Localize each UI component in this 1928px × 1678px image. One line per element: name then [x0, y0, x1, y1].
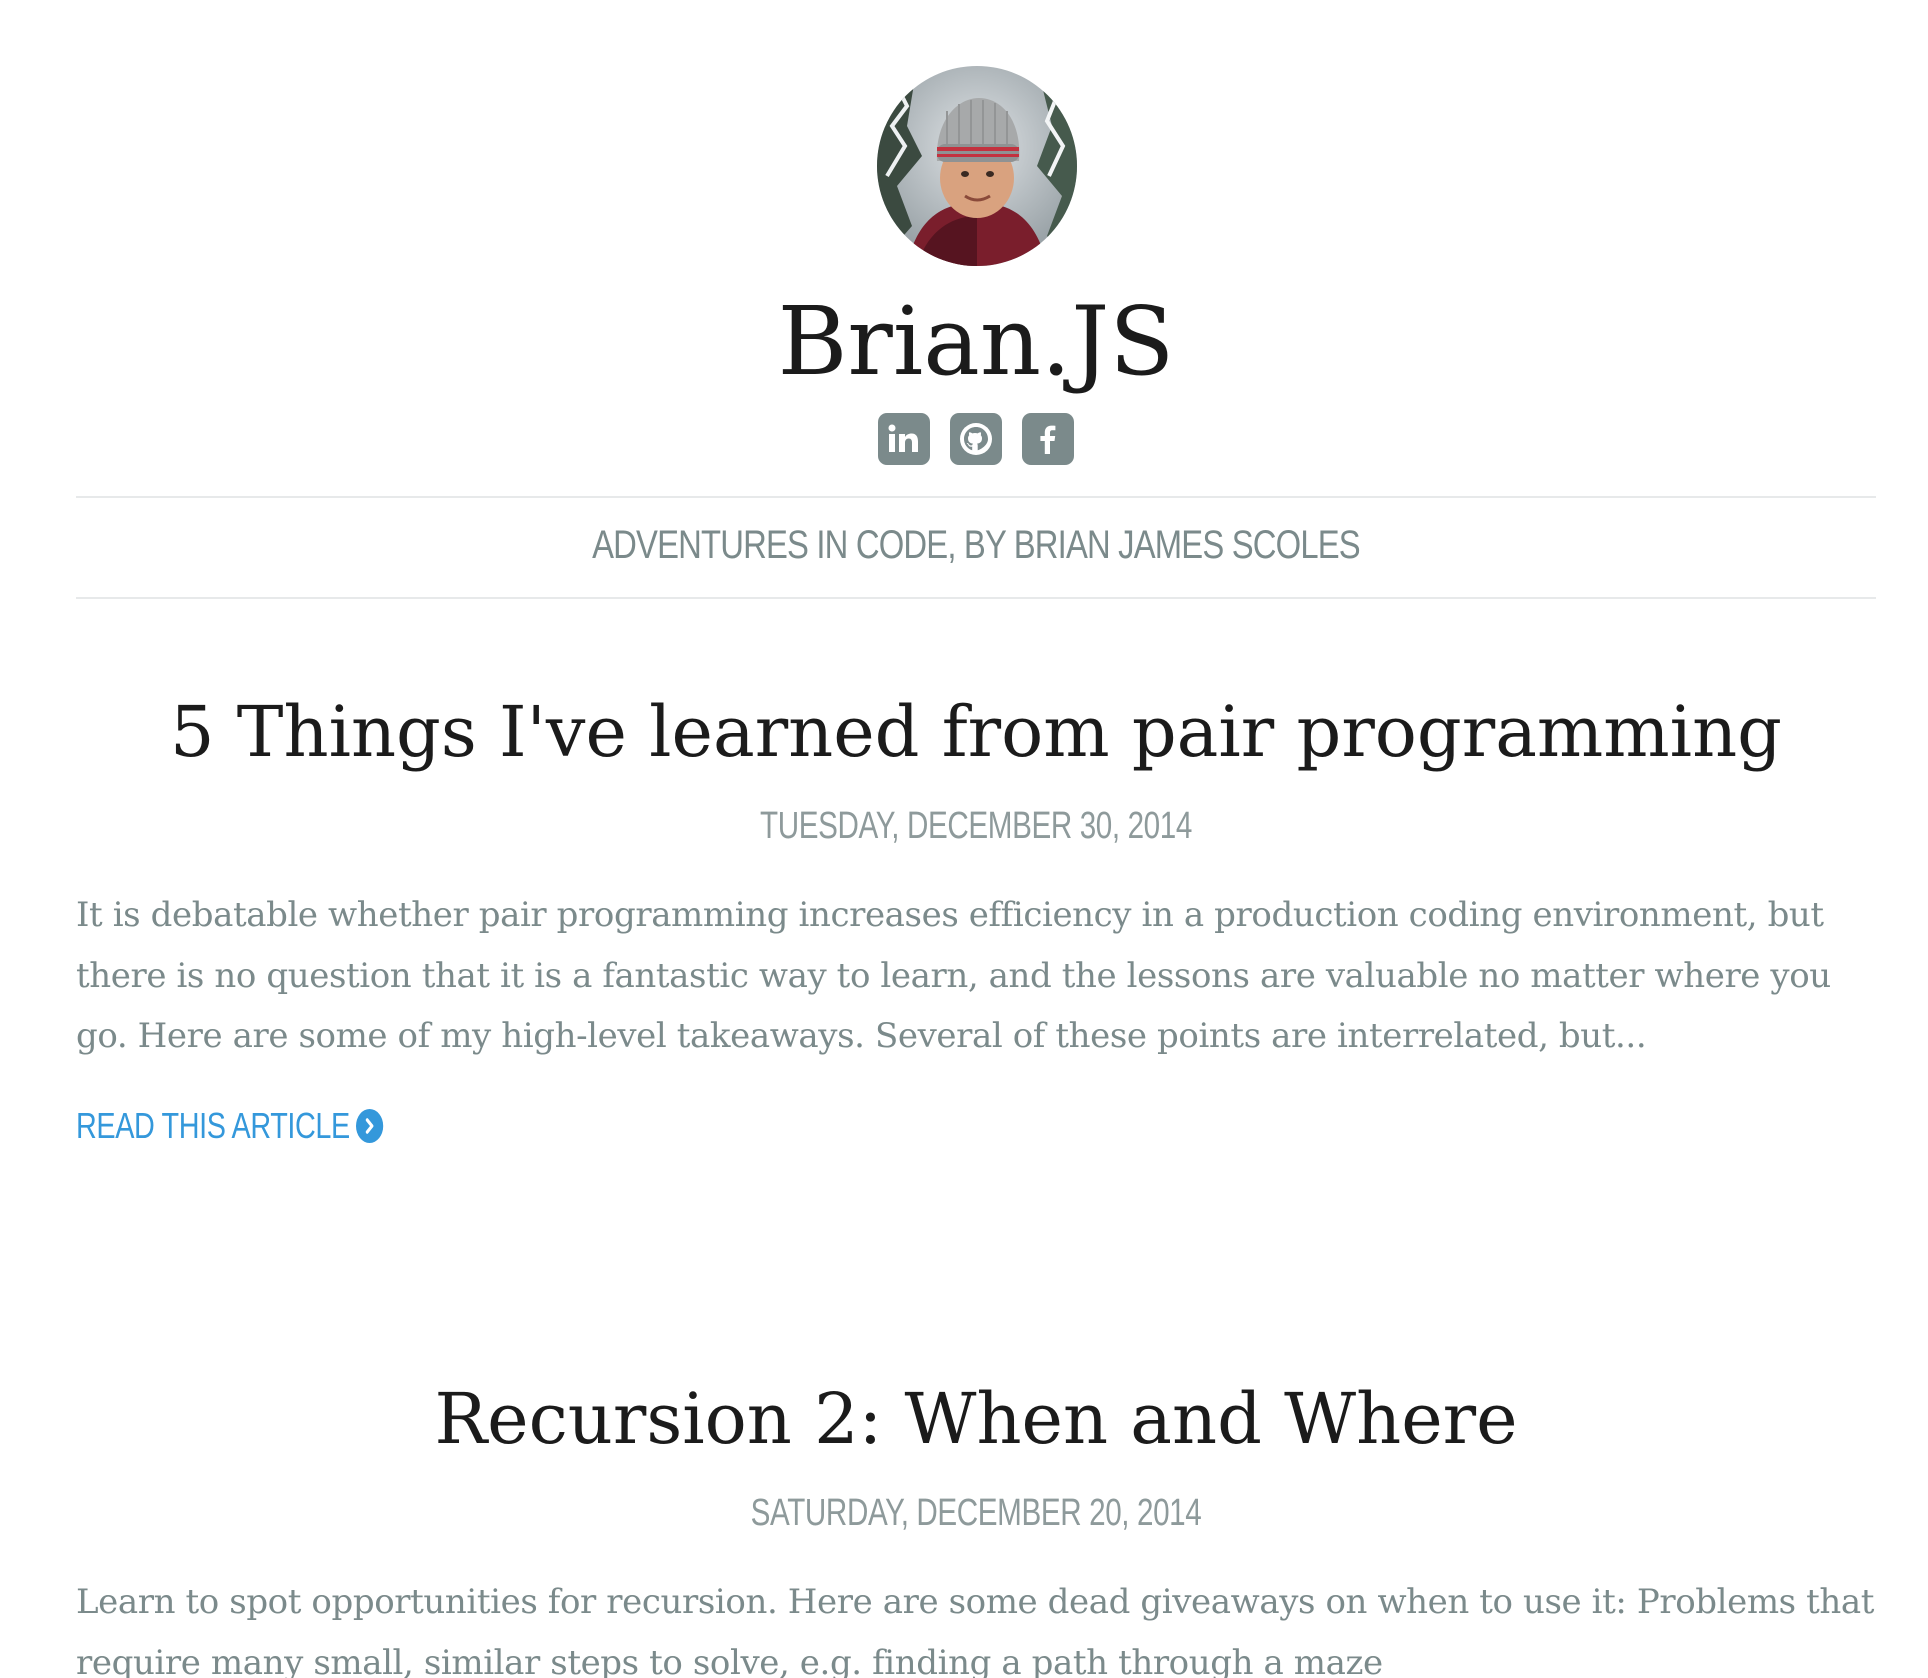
- avatar[interactable]: [877, 66, 1077, 266]
- read-article-link[interactable]: READ THIS ARTICLE: [76, 1104, 384, 1147]
- site-title[interactable]: Brian.JS: [76, 282, 1876, 402]
- post-item: 5 Things I've learned from pair programm…: [76, 687, 1876, 1147]
- facebook-icon: [1040, 425, 1056, 454]
- linkedin-link[interactable]: [878, 413, 930, 465]
- post-excerpt: It is debatable whether pair programming…: [76, 895, 1831, 1056]
- post-date: SATURDAY, DECEMBER 20, 2014: [750, 1492, 1202, 1534]
- github-icon: [960, 423, 992, 455]
- post-date: TUESDAY, DECEMBER 30, 2014: [760, 805, 1192, 847]
- read-article-label: READ THIS ARTICLE: [76, 1104, 350, 1146]
- facebook-link[interactable]: [1022, 413, 1074, 465]
- post-title[interactable]: 5 Things I've learned from pair programm…: [76, 687, 1876, 777]
- github-link[interactable]: [950, 413, 1002, 465]
- header-divider-top: [76, 496, 1876, 498]
- post-item: Recursion 2: When and Where SATURDAY, DE…: [76, 1374, 1876, 1678]
- post-title[interactable]: Recursion 2: When and Where: [76, 1374, 1876, 1464]
- header-divider-bottom: [76, 597, 1876, 599]
- post-excerpt: Learn to spot opportunities for recursio…: [76, 1582, 1875, 1678]
- linkedin-icon: [888, 424, 918, 452]
- social-links: [76, 413, 1876, 465]
- chevron-right-icon: [356, 1108, 384, 1143]
- avatar-photo: [877, 66, 1077, 266]
- site-tagline: ADVENTURES IN CODE, BY BRIAN JAMES SCOLE…: [592, 523, 1361, 567]
